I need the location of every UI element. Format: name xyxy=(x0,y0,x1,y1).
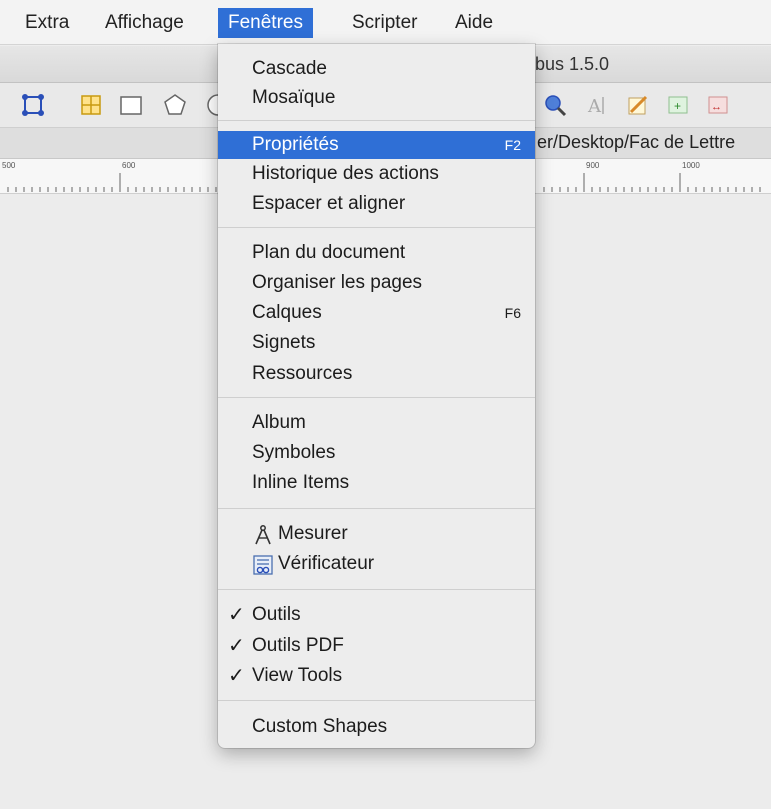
menu-item-label: Cascade xyxy=(252,58,327,79)
preflight-checker-icon xyxy=(253,555,273,575)
menu-item-label: Propriétés xyxy=(252,134,339,155)
menu-item-espacer-aligner[interactable]: Espacer et aligner xyxy=(218,190,535,218)
checkmark-icon: ✓ xyxy=(228,665,245,687)
menu-item-symboles[interactable]: Symboles xyxy=(218,439,535,467)
menu-separator xyxy=(218,508,535,509)
ruler-tick-label: 600 xyxy=(122,161,136,170)
menu-item-proprietes[interactable]: Propriétés F2 xyxy=(218,131,535,159)
menu-item-label: Custom Shapes xyxy=(252,716,388,737)
eyedropper-icon[interactable] xyxy=(625,92,651,118)
polygon-icon[interactable] xyxy=(162,92,188,118)
compass-icon xyxy=(255,525,271,545)
window-title: bus 1.5.0 xyxy=(535,54,610,74)
checkmark-icon: ✓ xyxy=(228,635,245,657)
zoom-icon[interactable] xyxy=(542,92,568,118)
menu-item-label: Espacer et aligner xyxy=(252,193,406,214)
menu-item-signets[interactable]: Signets xyxy=(218,329,535,357)
menu-item-label: Plan du document xyxy=(252,242,406,263)
ruler-tick-label: 1000 xyxy=(682,161,700,170)
menu-item-label: Outils xyxy=(252,604,301,625)
menu-item-ressources[interactable]: Ressources xyxy=(218,360,535,388)
shortcut-label: F2 xyxy=(504,137,521,153)
checkmark-icon: ✓ xyxy=(228,604,245,626)
menu-separator xyxy=(218,397,535,398)
menu-item-label: Album xyxy=(252,412,306,433)
menu-item-label: Organiser les pages xyxy=(252,272,423,293)
menu-item-organiser-pages[interactable]: Organiser les pages xyxy=(218,269,535,297)
menu-extra[interactable]: Extra xyxy=(15,8,79,38)
menu-item-calques[interactable]: Calques F6 xyxy=(218,299,535,327)
selection-icon[interactable] xyxy=(20,92,46,118)
document-path: er/Desktop/Fac de Lettre xyxy=(537,132,736,152)
menu-item-mesurer[interactable]: Mesurer xyxy=(218,520,535,548)
menu-scripter[interactable]: Scripter xyxy=(342,8,427,38)
menu-item-custom-shapes[interactable]: Custom Shapes xyxy=(218,713,535,741)
menu-item-label: View Tools xyxy=(252,665,343,686)
menu-item-outils-pdf[interactable]: ✓ Outils PDF xyxy=(218,632,535,660)
menu-item-label: Mesurer xyxy=(278,523,348,544)
menu-item-label: Signets xyxy=(252,332,316,353)
menu-item-cascade[interactable]: Cascade xyxy=(218,55,535,83)
menu-item-album[interactable]: Album xyxy=(218,409,535,437)
menu-item-inline-items[interactable]: Inline Items xyxy=(218,469,535,497)
table-icon[interactable] xyxy=(78,92,104,118)
menu-fenetres[interactable]: Fenêtres xyxy=(218,8,313,38)
shortcut-label: F6 xyxy=(504,305,521,321)
link-frames-icon[interactable]: + xyxy=(665,92,691,118)
svg-text:↔: ↔ xyxy=(711,101,722,113)
fenetres-dropdown-menu: Cascade Mosaïque Propriétés F2 Historiqu… xyxy=(218,44,535,748)
menu-item-outils[interactable]: ✓ Outils xyxy=(218,601,535,629)
svg-text:A: A xyxy=(587,96,602,117)
menu-item-label: Inline Items xyxy=(252,472,350,493)
menu-separator xyxy=(218,227,535,228)
menu-item-label: Vérificateur xyxy=(278,553,375,574)
ruler-tick-label: 500 xyxy=(2,161,16,170)
menu-item-label: Calques xyxy=(252,302,322,323)
menu-bar: Extra Affichage Fenêtres Scripter Aide xyxy=(0,0,771,45)
menu-item-verificateur[interactable]: Vérificateur xyxy=(218,550,535,578)
menu-affichage[interactable]: Affichage xyxy=(95,8,194,38)
menu-aide[interactable]: Aide xyxy=(445,8,503,38)
menu-item-view-tools[interactable]: ✓ View Tools xyxy=(218,662,535,690)
menu-item-label: Ressources xyxy=(252,363,353,384)
menu-item-label: Outils PDF xyxy=(252,635,344,656)
menu-separator xyxy=(218,700,535,701)
menu-item-mosaique[interactable]: Mosaïque xyxy=(218,84,535,112)
menu-item-label: Mosaïque xyxy=(252,87,336,108)
menu-item-label: Symboles xyxy=(252,442,336,463)
menu-item-historique[interactable]: Historique des actions xyxy=(218,160,535,188)
menu-separator xyxy=(218,589,535,590)
ruler-tick-label: 900 xyxy=(586,161,600,170)
menu-separator xyxy=(218,120,535,121)
menu-item-plan-document[interactable]: Plan du document xyxy=(218,239,535,267)
text-edit-icon[interactable]: A xyxy=(583,92,609,118)
menu-item-label: Historique des actions xyxy=(252,163,439,184)
unlink-frames-icon[interactable]: ↔ xyxy=(705,92,731,118)
rectangle-icon[interactable] xyxy=(118,92,144,118)
svg-text:+: + xyxy=(674,99,681,113)
